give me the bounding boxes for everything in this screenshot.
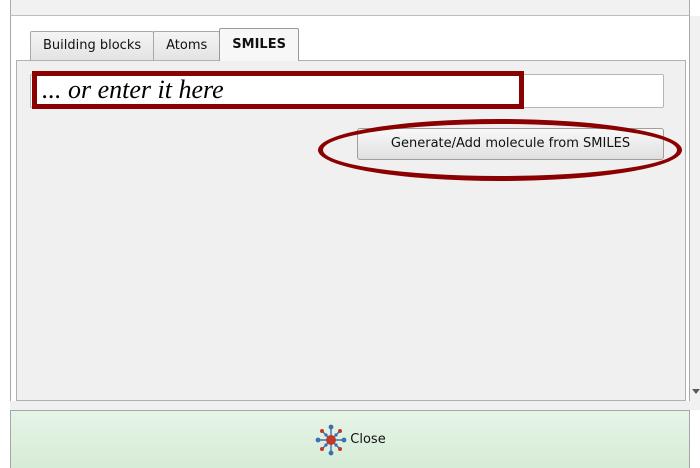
tab-atoms[interactable]: Atoms bbox=[153, 31, 221, 61]
bottom-spacer bbox=[10, 401, 690, 410]
close-button[interactable]: Close bbox=[10, 410, 690, 468]
annotation-text: ... or enter it here bbox=[42, 75, 224, 104]
dialog-top-frame bbox=[10, 0, 690, 16]
molecule-icon bbox=[315, 424, 347, 455]
smiles-tab-panel bbox=[16, 60, 686, 401]
scrollbar[interactable] bbox=[690, 16, 700, 410]
dialog: Building blocks Atoms SMILES ... or ente… bbox=[0, 0, 700, 468]
tab-building-blocks[interactable]: Building blocks bbox=[30, 31, 155, 61]
frame-left-edge bbox=[10, 16, 11, 410]
tab-bar: Building blocks Atoms SMILES bbox=[30, 28, 299, 61]
close-button-label: Close bbox=[350, 432, 386, 447]
scroll-down-arrow-icon[interactable] bbox=[692, 389, 700, 394]
annotation-ellipse bbox=[318, 119, 682, 181]
tab-smiles[interactable]: SMILES bbox=[219, 28, 299, 61]
